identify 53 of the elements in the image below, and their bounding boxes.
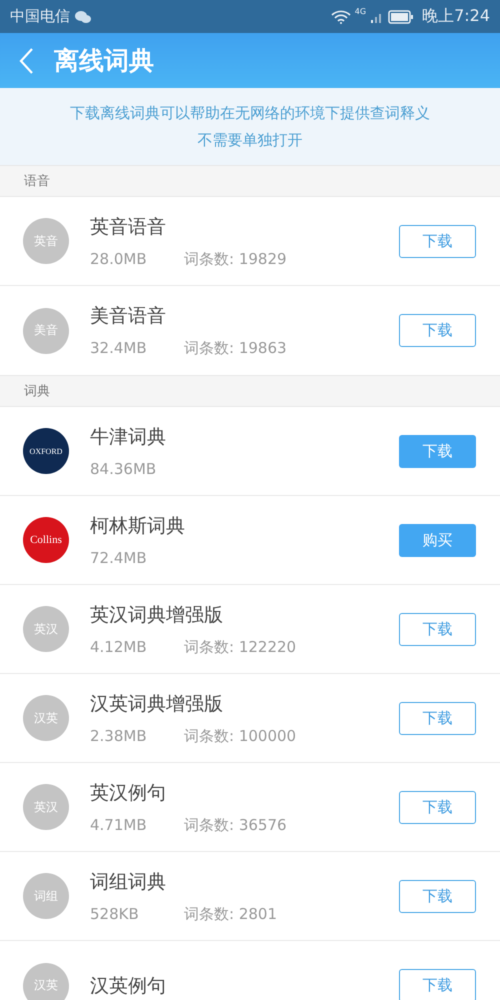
- download-button[interactable]: 下载: [399, 969, 476, 1000]
- dictionary-name: 柯林斯词典: [90, 514, 186, 539]
- dictionary-avatar: 汉英: [23, 695, 69, 741]
- entry-count: 词条数: 2801: [184, 904, 277, 924]
- notice-text: 不需要单独打开: [198, 130, 302, 150]
- dictionary-logo: Collins: [23, 517, 69, 563]
- dictionary-name: 英汉词典增强版: [90, 602, 224, 628]
- entry-count: 词条数: 19829: [184, 250, 287, 268]
- file-size: 2.38MB: [90, 726, 148, 746]
- dictionary-name: 英音语音: [90, 214, 167, 240]
- file-size: 84.36MB: [90, 460, 158, 478]
- file-size: 4.12MB: [90, 638, 148, 656]
- dictionary-avatar: 汉英: [23, 962, 69, 1000]
- dictionary-name: 汉英词典增强版: [90, 692, 224, 716]
- dictionary-avatar: 美音: [23, 308, 69, 354]
- dictionary-avatar: 英汉: [23, 606, 69, 652]
- download-button[interactable]: 下载: [399, 314, 476, 347]
- dictionary-avatar: 英音: [23, 218, 69, 264]
- chat-bubbles-icon: [74, 10, 92, 24]
- network-type: 4G: [354, 7, 366, 16]
- back-icon[interactable]: [18, 46, 34, 74]
- download-button[interactable]: 下载: [399, 612, 476, 646]
- dictionary-name: 英汉例句: [90, 780, 167, 806]
- clock: 晚上7:24: [422, 6, 490, 27]
- dictionary-avatar: 词组: [23, 873, 69, 919]
- download-button[interactable]: 下载: [399, 224, 476, 258]
- download-button[interactable]: 下载: [399, 702, 476, 734]
- file-size: 32.4MB: [90, 339, 148, 358]
- dictionary-name: 牛津词典: [90, 425, 167, 450]
- section-title: 词典: [24, 383, 50, 400]
- dictionary-avatar: 英汉: [23, 784, 69, 830]
- page-title: 离线词典: [54, 45, 154, 77]
- battery-icon: [388, 10, 414, 24]
- file-size: 28.0MB: [90, 250, 148, 268]
- entry-count: 词条数: 100000: [184, 726, 296, 746]
- download-button[interactable]: 下载: [399, 880, 476, 912]
- download-button[interactable]: 购买: [399, 524, 476, 556]
- entry-count: 词条数: 36576: [184, 816, 287, 834]
- file-size: 4.71MB: [90, 816, 148, 834]
- dictionary-name: 美音语音: [90, 304, 167, 329]
- file-size: 528KB: [90, 904, 140, 924]
- entry-count: 词条数: 19863: [184, 339, 287, 358]
- file-size: 72.4MB: [90, 549, 148, 567]
- notice-text: 下载离线词典可以帮助在无网络的环境下提供查词释义: [70, 104, 430, 122]
- dictionary-logo: OXFORD: [23, 428, 69, 474]
- download-button[interactable]: 下载: [399, 434, 476, 468]
- wifi-icon: [330, 10, 351, 24]
- carrier-name: 中国电信: [10, 7, 70, 26]
- section-title: 语音: [24, 173, 50, 190]
- dictionary-name: 词组词典: [90, 870, 167, 894]
- download-button[interactable]: 下载: [399, 790, 476, 824]
- dictionary-name: 汉英例句: [90, 974, 167, 998]
- entry-count: 词条数: 122220: [184, 638, 296, 656]
